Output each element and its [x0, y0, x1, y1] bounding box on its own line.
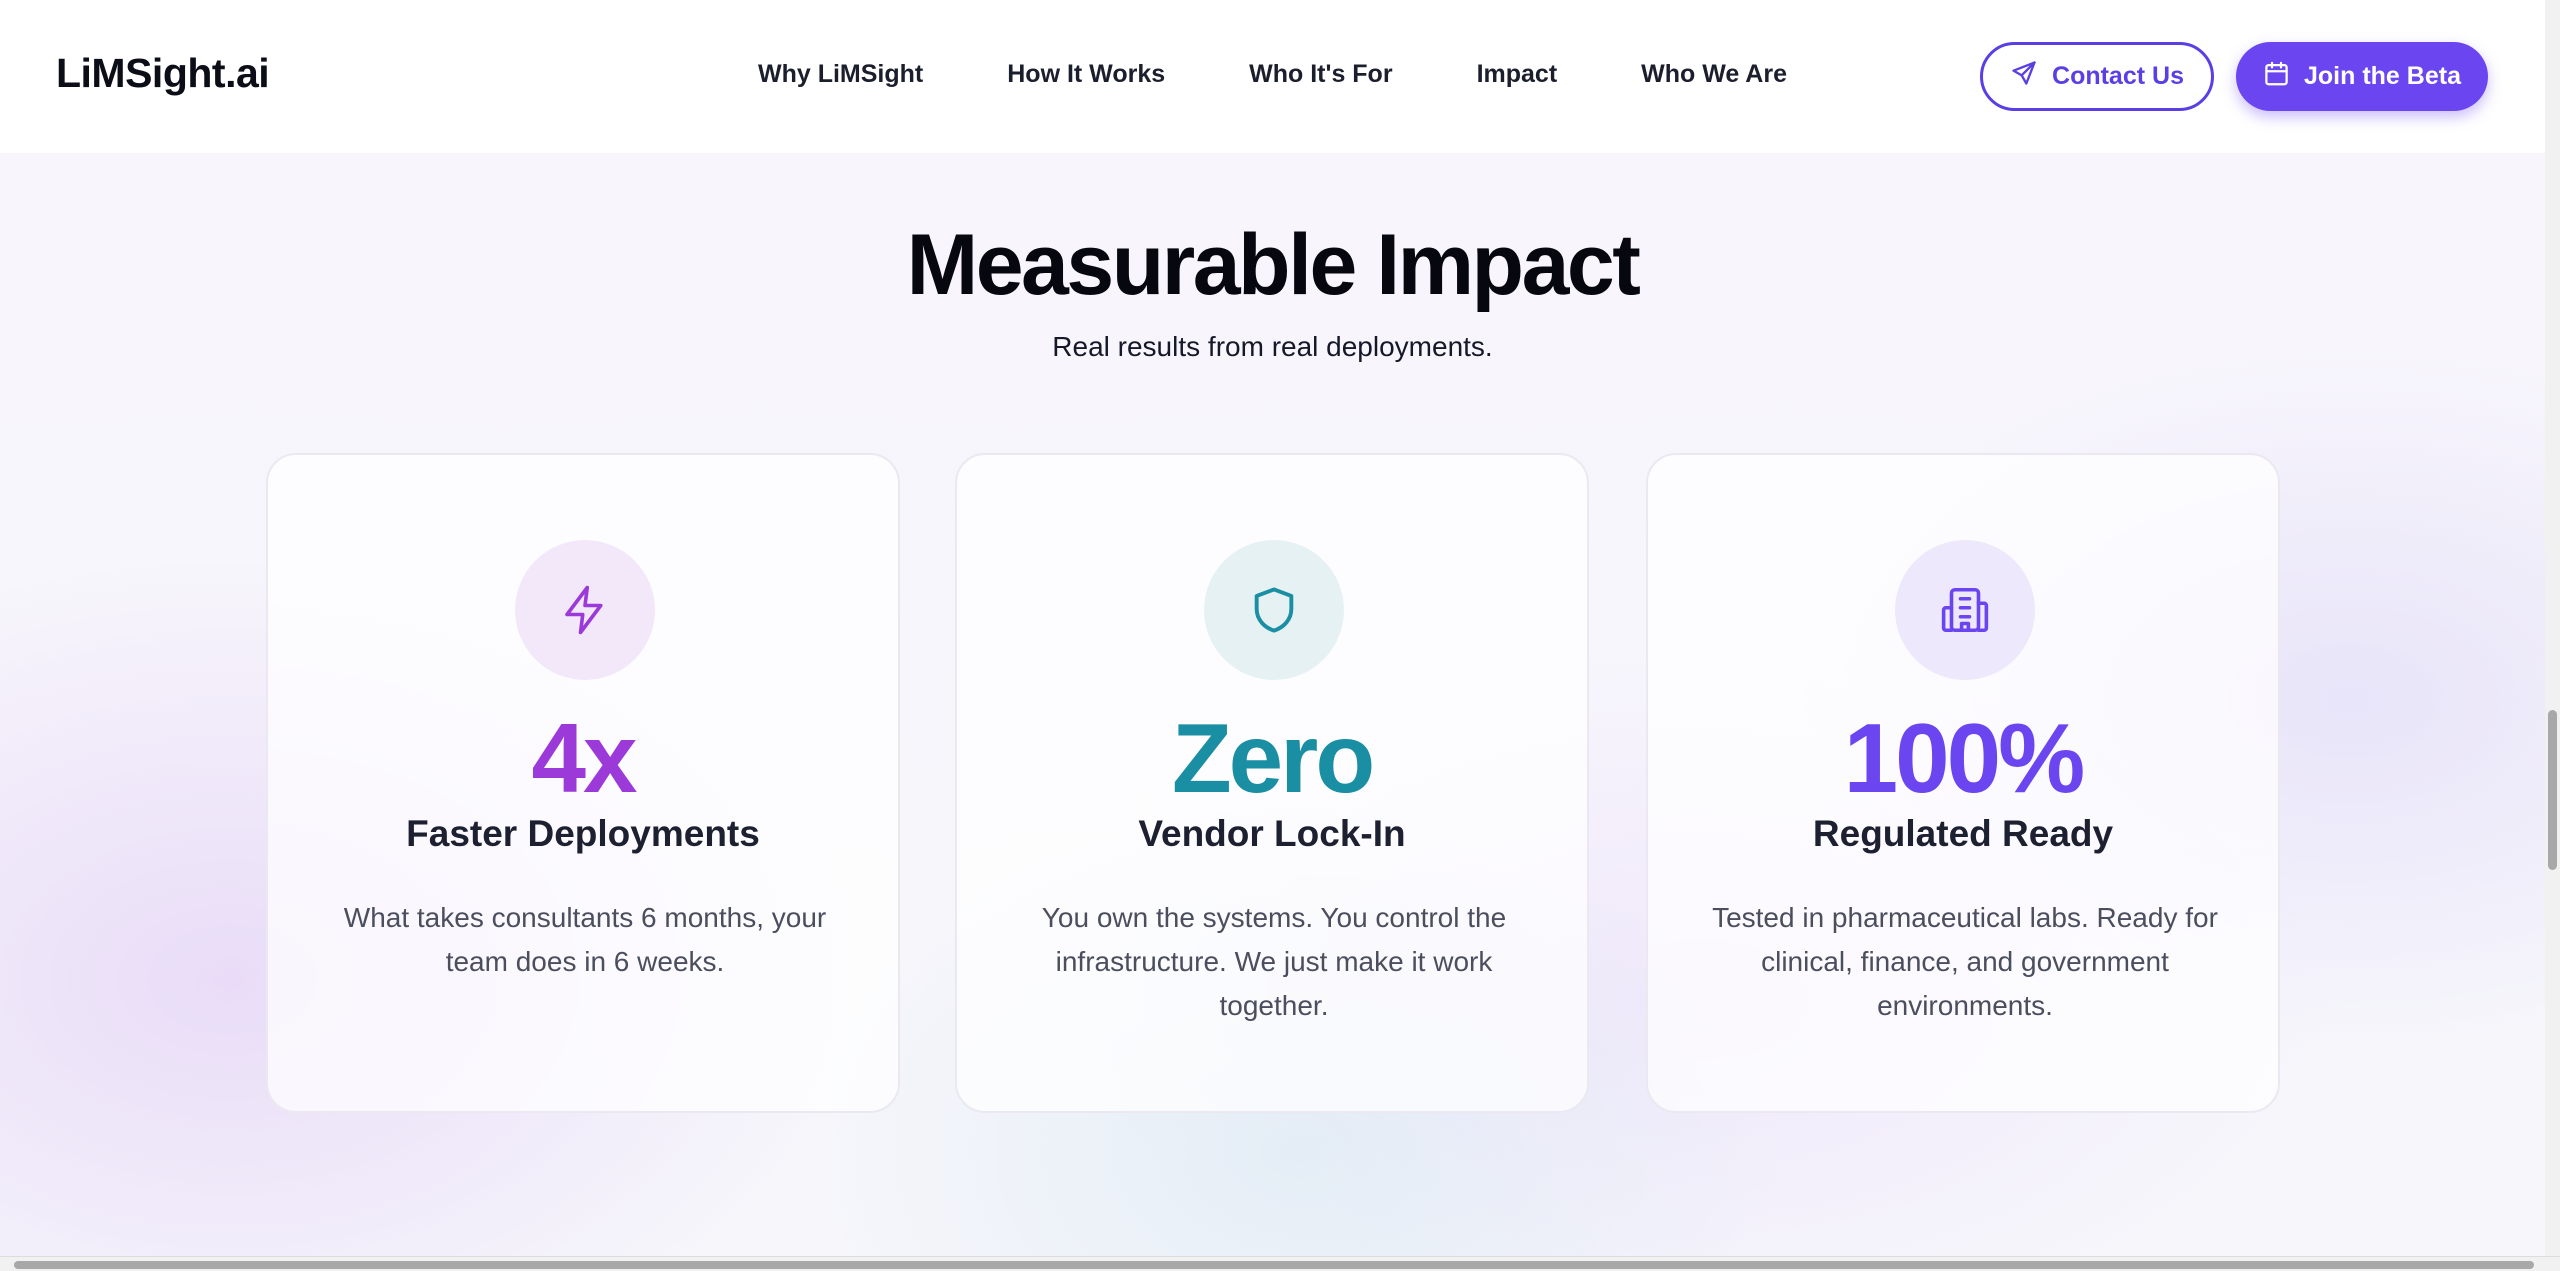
horizontal-scrollbar[interactable]	[0, 1256, 2560, 1271]
nav-how-it-works[interactable]: How It Works	[1007, 60, 1165, 89]
lightning-icon	[515, 540, 655, 680]
join-beta-label: Join the Beta	[2304, 62, 2461, 90]
logo[interactable]: LiMSight.ai	[56, 50, 270, 97]
horizontal-scrollbar-thumb[interactable]	[14, 1261, 2534, 1269]
vertical-scrollbar-thumb[interactable]	[2548, 710, 2557, 870]
impact-card-vendor-lock-in: Zero Vendor Lock-In You own the systems.…	[955, 453, 1589, 1113]
stat-description: Tested in pharmaceutical labs. Ready for…	[1712, 902, 2218, 1021]
section-title: Measurable Impact	[906, 217, 1641, 313]
section-subtitle: Real results from real deployments.	[1052, 331, 1493, 362]
shield-icon	[1204, 540, 1344, 680]
stat-value: Zero	[1171, 703, 1375, 813]
stat-label: Vendor Lock-In	[1138, 813, 1406, 854]
stat-label: Regulated Ready	[1812, 813, 2114, 854]
building-icon	[1895, 540, 2035, 680]
stat-description: What takes consultants 6 months, your te…	[343, 902, 827, 977]
calendar-icon	[2263, 60, 2290, 94]
main-nav: Why LiMSight How It Works Who It's For I…	[758, 60, 1871, 89]
stat-value: 4x	[531, 703, 637, 813]
vertical-scrollbar[interactable]	[2545, 0, 2560, 1256]
nav-why-limsight[interactable]: Why LiMSight	[758, 60, 923, 89]
page: LiMSight.ai Why LiMSight How It Works Wh…	[0, 0, 2545, 1256]
send-icon	[2010, 59, 2038, 94]
join-beta-button[interactable]: Join the Beta	[2236, 42, 2488, 111]
nav-impact[interactable]: Impact	[1477, 60, 1558, 89]
nav-who-its-for[interactable]: Who It's For	[1249, 60, 1392, 89]
contact-us-label: Contact Us	[2052, 62, 2184, 90]
impact-card-faster-deployments: 4x Faster Deployments What takes consult…	[266, 453, 900, 1113]
stat-label: Faster Deployments	[406, 813, 760, 854]
site-header: LiMSight.ai Why LiMSight How It Works Wh…	[0, 0, 2545, 153]
stat-description: You own the systems. You control the inf…	[1041, 902, 1507, 1021]
nav-who-we-are[interactable]: Who We Are	[1641, 60, 1787, 89]
impact-card-regulated-ready: 100% Regulated Ready Tested in pharmaceu…	[1646, 453, 2280, 1113]
contact-us-button[interactable]: Contact Us	[1980, 42, 2214, 111]
stat-value: 100%	[1843, 703, 2086, 813]
